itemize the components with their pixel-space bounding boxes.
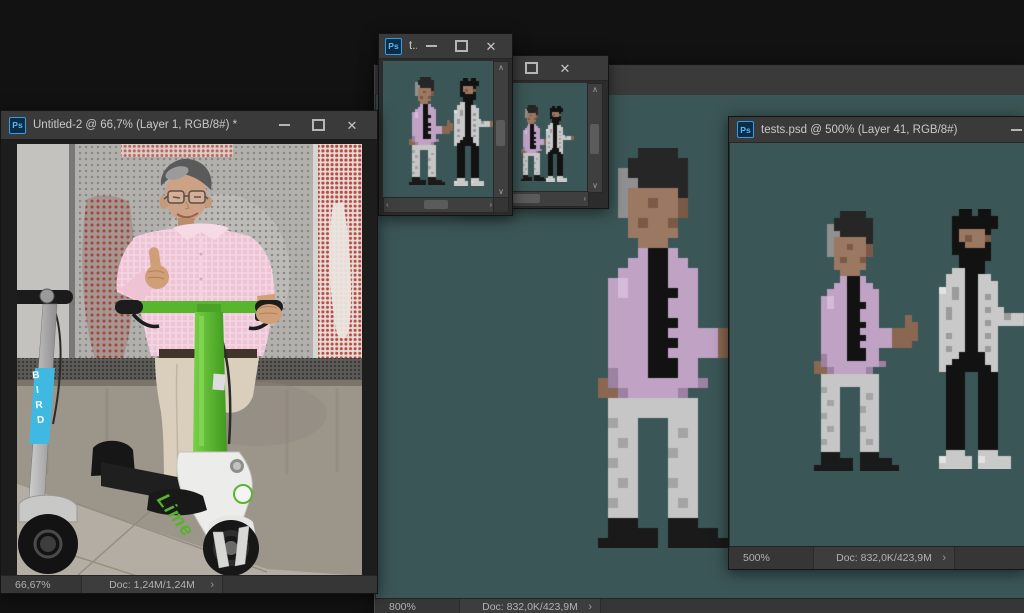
doc-size-text: Doc: 832,0K/423,9M <box>482 601 578 613</box>
maximize-button[interactable] <box>454 39 468 53</box>
vertical-scrollbar[interactable]: ∧ ∨ <box>493 61 509 199</box>
minimize-button[interactable] <box>277 118 291 132</box>
scrollbar-corner <box>493 197 509 213</box>
close-button[interactable]: ✕ <box>345 118 359 132</box>
scrollbar-thumb[interactable] <box>590 124 599 154</box>
status-chevron-icon[interactable]: › <box>588 601 592 613</box>
status-chevron-icon[interactable]: › <box>210 579 214 591</box>
canvas-thumbnail-1[interactable] <box>383 61 493 197</box>
window-title: Untitled-2 @ 66,7% (Layer 1, RGB/8#) * <box>33 119 270 131</box>
scroll-down-icon[interactable]: ∨ <box>590 180 600 192</box>
minimize-button[interactable] <box>424 39 438 53</box>
statusbar: 800% Doc: 832,0K/423,9M › <box>375 598 1024 613</box>
status-chevron-icon[interactable]: › <box>942 552 946 564</box>
titlebar[interactable]: Ps t... ✕ <box>379 34 512 59</box>
pixel-figure-bearded-small[interactable] <box>449 78 493 186</box>
scroll-up-icon[interactable]: ∧ <box>496 62 506 74</box>
zoom-level-field[interactable]: 500% <box>729 547 795 569</box>
scrollbar-thumb[interactable] <box>510 194 540 203</box>
titlebar[interactable]: Ps tests.psd @ 500% (Layer 41, RGB/8#) ✕ <box>729 117 1024 143</box>
canvas-500[interactable] <box>730 143 1024 547</box>
doc-size-text: Doc: 832,0K/423,9M <box>836 552 932 564</box>
scroll-right-icon[interactable]: › <box>581 193 588 205</box>
zoom-level-field[interactable]: 800% <box>375 599 441 613</box>
doc-size-indicator: Doc: 832,0K/423,9M › <box>813 547 955 569</box>
pixel-figure-thumbs-up-medium[interactable] <box>801 211 931 471</box>
titlebar[interactable]: Ps Untitled-2 @ 66,7% (Layer 1, RGB/8#) … <box>1 111 377 140</box>
doc-size-text: Doc: 1,24M/1,24M <box>109 579 195 591</box>
pixel-figure-bearded-tiny[interactable] <box>542 106 580 182</box>
window-title: t... <box>409 40 417 52</box>
photoshop-file-icon: Ps <box>9 117 26 134</box>
pasteboard: BIRD Lime <box>1 139 377 576</box>
photo-canvas[interactable]: BIRD Lime <box>17 144 362 576</box>
photoshop-file-icon: Ps <box>385 38 402 55</box>
window-untitled-photo: Ps Untitled-2 @ 66,7% (Layer 1, RGB/8#) … <box>0 110 378 594</box>
scrollbar-thumb[interactable] <box>496 120 505 146</box>
pixel-figure-bearded-medium[interactable] <box>926 209 1024 469</box>
minimize-button[interactable] <box>1009 123 1023 137</box>
close-button[interactable]: ✕ <box>484 39 498 53</box>
photo-illustration <box>17 144 362 576</box>
scroll-left-icon[interactable]: ‹ <box>384 199 391 211</box>
statusbar: 500% Doc: 832,0K/423,9M › <box>729 546 1024 569</box>
scroll-up-icon[interactable]: ∧ <box>590 84 600 96</box>
doc-size-indicator: Doc: 832,0K/423,9M › <box>459 599 601 613</box>
window-thumbnail-1: Ps t... ✕ ∧ ∨ ‹ › <box>378 33 513 216</box>
horizontal-scrollbar[interactable]: ‹ › <box>383 197 495 213</box>
doc-size-indicator: Doc: 1,24M/1,24M › <box>81 576 223 593</box>
scrollbar-thumb[interactable] <box>424 200 448 209</box>
photoshop-workspace: 800% Doc: 832,0K/423,9M › Ps tests.psd @… <box>0 0 1024 613</box>
window-title: tests.psd @ 500% (Layer 41, RGB/8#) <box>761 124 1017 136</box>
maximize-button[interactable] <box>311 118 325 132</box>
photoshop-file-icon: Ps <box>737 121 754 138</box>
vertical-scrollbar[interactable]: ∧ ∨ <box>587 83 603 193</box>
maximize-button[interactable] <box>524 61 538 75</box>
close-button[interactable]: ✕ <box>558 61 572 75</box>
statusbar: 66,67% Doc: 1,24M/1,24M › <box>1 575 377 593</box>
zoom-level-field[interactable]: 66,67% <box>1 576 67 593</box>
window-tests-500: Ps tests.psd @ 500% (Layer 41, RGB/8#) ✕… <box>728 116 1024 570</box>
